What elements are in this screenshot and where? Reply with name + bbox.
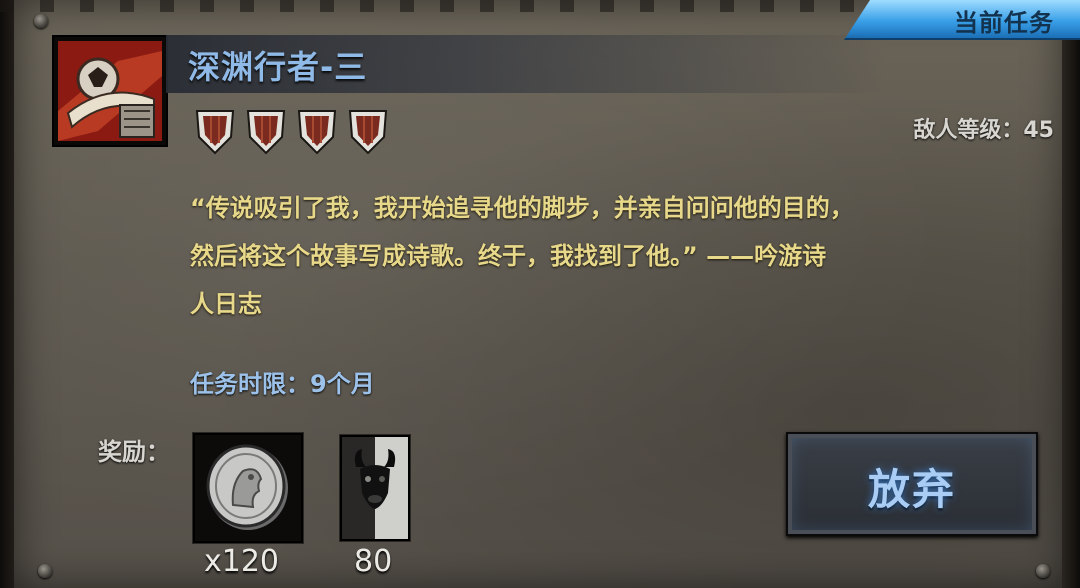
- rivet-icon: [1036, 564, 1050, 578]
- abandon-button-label: 放弃: [867, 465, 956, 514]
- shield-icon: [195, 110, 235, 155]
- abandon-quest-button[interactable]: 放弃: [786, 432, 1038, 536]
- shield-icon: [246, 110, 286, 155]
- rivet-icon: [38, 564, 52, 578]
- reward-slot-banner[interactable]: [340, 435, 410, 541]
- description-line: “传说吸引了我，我开始追寻他的脚步，并亲自问问他的目的，: [190, 194, 854, 222]
- rivet-icon: [34, 14, 48, 28]
- reward-slot-coins[interactable]: [193, 433, 303, 543]
- reward-count: x120: [204, 544, 280, 579]
- knight-portrait-icon: [58, 41, 162, 141]
- quest-boss-portrait: [52, 35, 168, 147]
- current-quest-tab-label: 当前任务: [954, 9, 1054, 37]
- quest-title: 深渊行者-三: [188, 48, 368, 86]
- reward-count: 80: [354, 544, 393, 579]
- description-line: 然后将这个故事写成诗歌。终于，我找到了他。” ——吟游诗: [190, 242, 827, 270]
- enemy-level: 敌人等级：45: [913, 118, 1054, 143]
- minotaur-banner-icon: [342, 437, 408, 539]
- quest-description: “传说吸引了我，我开始追寻他的脚步，并亲自问问他的目的， 然后将这个故事写成诗歌…: [190, 184, 1040, 328]
- silver-coin-icon: [206, 444, 288, 530]
- description-line: 人日志: [190, 290, 262, 318]
- current-quest-tab[interactable]: 当前任务: [844, 0, 1080, 40]
- rewards-label: 奖励：: [98, 438, 170, 466]
- shield-icon: [297, 110, 337, 155]
- quest-time-limit: 任务时限：9个月: [190, 370, 375, 398]
- right-frame-edge: [1062, 0, 1080, 588]
- shield-icon: [348, 110, 388, 155]
- difficulty-shields: [194, 107, 389, 155]
